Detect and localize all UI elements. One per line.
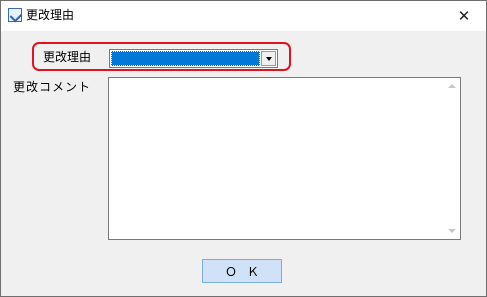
scroll-down-icon[interactable] bbox=[448, 229, 456, 233]
ok-button[interactable]: ＯＫ bbox=[202, 259, 282, 283]
comment-scrollbar[interactable] bbox=[443, 78, 460, 239]
scroll-up-icon[interactable] bbox=[448, 84, 456, 88]
dialog-window: 更改理由 ✕ 更改理由 更改コメント ＯＫ bbox=[0, 0, 487, 297]
app-icon bbox=[8, 8, 22, 22]
window-title: 更改理由 bbox=[26, 8, 75, 22]
title-bar: 更改理由 ✕ bbox=[1, 1, 486, 31]
comment-label: 更改コメント bbox=[13, 80, 92, 94]
comment-textarea[interactable] bbox=[108, 77, 461, 240]
reason-label: 更改理由 bbox=[43, 50, 92, 64]
reason-selected-value bbox=[111, 51, 260, 66]
reason-dropdown[interactable] bbox=[109, 49, 278, 68]
chevron-down-icon[interactable] bbox=[261, 51, 276, 66]
close-icon[interactable]: ✕ bbox=[442, 1, 486, 31]
